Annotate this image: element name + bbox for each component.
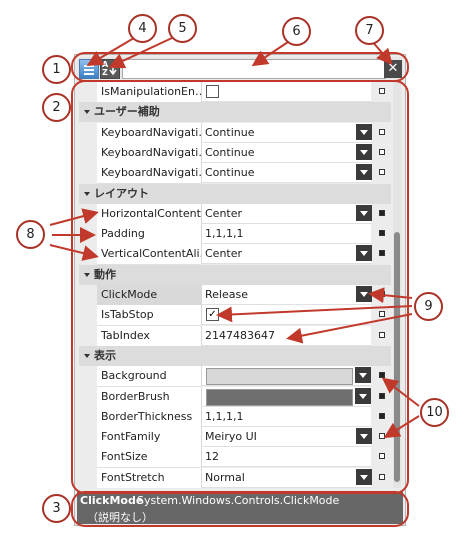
callout-8: 8 [16,220,45,249]
callout-3: 3 [42,494,71,523]
callout-2: 2 [42,93,71,122]
callout-4: 4 [128,14,157,43]
callout-1: 1 [42,55,71,84]
callout-6: 6 [282,17,311,46]
callout-10: 10 [420,398,449,427]
callout-9: 9 [414,292,443,321]
callout-7: 7 [355,16,384,45]
callout-5: 5 [168,14,197,43]
annotation-arrows [49,37,420,439]
